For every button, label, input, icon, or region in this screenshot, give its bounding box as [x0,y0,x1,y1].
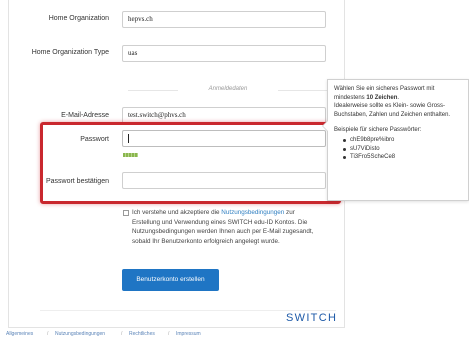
password-hint-tooltip: Wählen Sie ein sicheres Passwort mit min… [322,79,469,201]
credentials-section-title: Anmeldedaten [208,86,248,92]
tooltip-intro: Wählen Sie ein sicheres Passwort mit min… [334,85,462,102]
terms-link[interactable]: Nutzungsbedingungen [221,209,284,216]
tooltip-example-item: sU7ViDisto [334,145,462,154]
tooltip-examples-list: chE9b8pre%ibro sU7ViDisto Ti3Fro5ScheCe8 [334,136,462,162]
brand-divider [40,310,336,311]
terms-checkbox[interactable] [123,210,129,216]
home-organization-field[interactable]: hepvs.ch [122,11,326,28]
tooltip-example-item: Ti3Fro5ScheCe8 [334,153,462,162]
tooltip-example-item: chE9b8pre%ibro [334,136,462,145]
footer-separator: / [47,331,49,337]
terms-prefix: Ich verstehe und akzeptiere die [132,209,222,216]
email-label: E-Mail-Adresse [61,112,109,119]
password-highlight-frame [40,122,341,204]
divider-right [278,90,328,91]
footer-link-general[interactable]: Allgemeines [6,331,33,338]
tooltip-intro-end: . [397,94,400,101]
switch-logo: SWITCH [286,312,338,324]
footer-link-imprint[interactable]: Impressum [176,331,201,338]
footer-nav: Allgemeines / Nutzungsbedingungen / Rech… [0,331,469,338]
tooltip-min-length: 10 Zeichen [366,94,398,101]
footer-separator: / [121,331,123,337]
terms-text: Ich verstehe und akzeptiere die Nutzungs… [132,208,322,246]
home-organization-type-field[interactable]: uas [122,45,326,62]
home-organization-type-label: Home Organization Type [31,49,109,56]
create-account-button[interactable]: Benutzerkonto erstellen [122,269,219,291]
home-organization-label: Home Organization [48,15,109,22]
tooltip-examples-heading: Beispiele für sichere Passwörter: [334,127,422,134]
footer-separator: / [168,331,170,337]
tooltip-advice: Idealerweise sollte es Klein- sowie Gros… [334,103,451,118]
footer-link-legal[interactable]: Rechtliches [129,331,155,338]
footer-link-terms[interactable]: Nutzungsbedingungen [55,331,105,338]
